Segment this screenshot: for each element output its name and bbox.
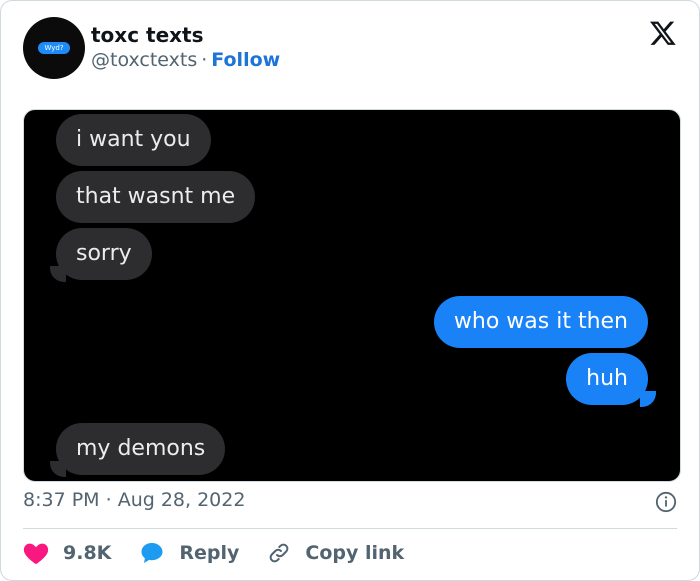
- message-outgoing: huh: [566, 353, 648, 405]
- link-icon: [270, 543, 289, 563]
- timestamp[interactable]: 8:37 PM · Aug 28, 2022: [23, 489, 245, 511]
- like-count: 9.8K: [63, 542, 112, 564]
- like-button[interactable]: 9.8K: [23, 541, 111, 565]
- reply-label: Reply: [179, 542, 240, 564]
- bubble-tail: [50, 266, 66, 282]
- bubble-tail: [50, 461, 66, 477]
- reply-button[interactable]: Reply: [139, 541, 239, 565]
- message-incoming: i want you: [56, 114, 211, 166]
- message-incoming: my demons: [56, 423, 226, 475]
- message-outgoing: who was it then: [433, 296, 648, 348]
- x-logo-icon[interactable]: [649, 19, 677, 47]
- bubble-tail: [640, 391, 656, 407]
- separator: ·: [105, 489, 112, 511]
- tweet-card: Wyd? toxc texts @toxctexts · Follow i want…: [0, 0, 700, 581]
- message-incoming: that wasnt me: [56, 171, 256, 223]
- message-incoming: sorry: [56, 228, 152, 280]
- avatar[interactable]: Wyd?: [23, 17, 85, 79]
- copy-link-button[interactable]: Copy link: [267, 541, 404, 565]
- action-bar: 9.8K Reply Copy link: [23, 541, 432, 565]
- separator: ·: [201, 49, 208, 71]
- reply-bubble-icon: [141, 543, 163, 563]
- copy-link-label: Copy link: [305, 542, 405, 564]
- handle-row: @toxctexts · Follow: [91, 49, 280, 71]
- handle[interactable]: @toxctexts: [91, 49, 197, 71]
- display-name[interactable]: toxc texts: [91, 23, 204, 47]
- avatar-badge: Wyd?: [38, 42, 70, 54]
- heart-icon: [23, 543, 49, 565]
- time: 8:37 PM: [23, 489, 100, 511]
- follow-button[interactable]: Follow: [211, 49, 280, 71]
- info-icon[interactable]: [655, 491, 677, 513]
- media-image[interactable]: i want you that wasnt me sorry who was i…: [23, 109, 681, 482]
- date: Aug 28, 2022: [117, 489, 246, 511]
- divider: [23, 528, 677, 529]
